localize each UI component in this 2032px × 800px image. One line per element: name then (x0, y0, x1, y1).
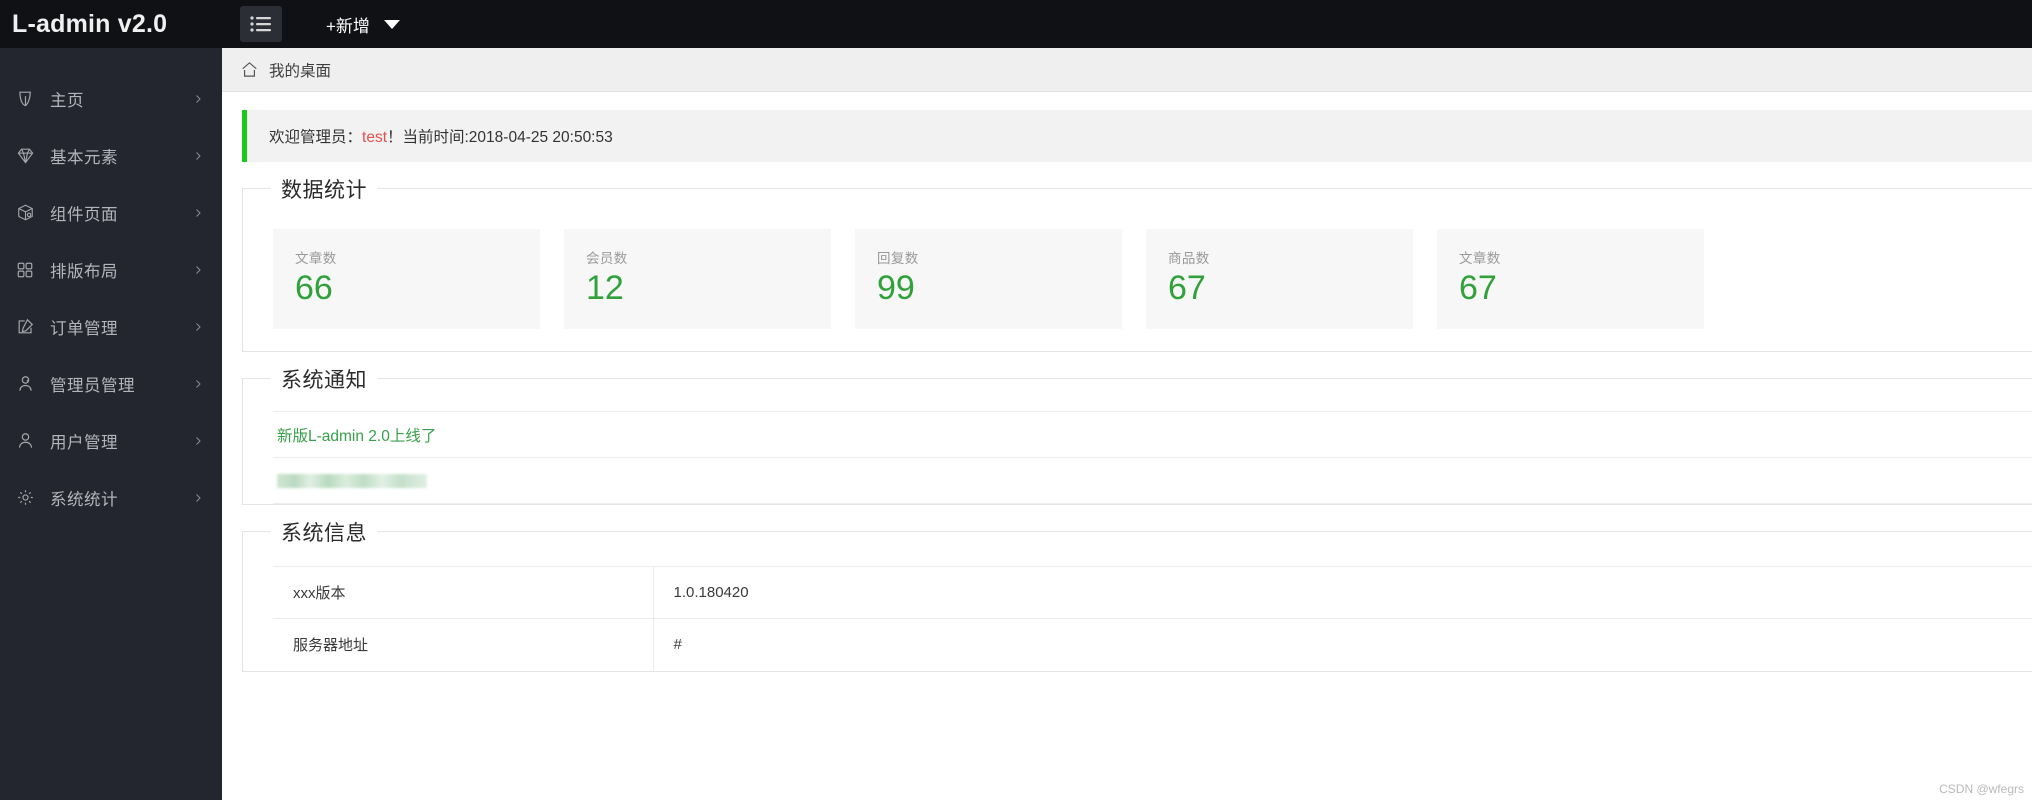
page-content: 欢迎管理员：test！当前时间:2018-04-25 20:50:53 数据统计… (222, 92, 2032, 800)
top-bar: +新增 (222, 0, 2032, 48)
system-info-table: xxx版本 1.0.180420 服务器地址 # (273, 566, 2032, 671)
stat-card[interactable]: 商品数 67 (1146, 229, 1413, 329)
welcome-text: 欢迎管理员：test！当前时间:2018-04-25 20:50:53 (269, 125, 613, 147)
breadcrumb: 我的桌面 (222, 48, 2032, 92)
chevron-right-icon (192, 93, 204, 105)
stat-card-value: 67 (1459, 269, 1497, 307)
stat-card-label: 文章数 (295, 251, 337, 266)
sidebar-item-label: 系统统计 (50, 490, 118, 509)
home-icon (240, 60, 259, 79)
user-gear-icon (16, 374, 42, 393)
welcome-banner: 欢迎管理员：test！当前时间:2018-04-25 20:50:53 (242, 110, 2032, 162)
stat-card[interactable]: 回复数 99 (855, 229, 1122, 329)
stat-card-label: 回复数 (877, 251, 919, 266)
admin-dashboard: L-admin v2.0 主页 基本元素 组件页面 排版布局 订单管理 管理员管… (0, 0, 2032, 800)
chevron-right-icon (192, 150, 204, 162)
stat-card-value: 67 (1168, 269, 1206, 307)
sidebar-item-component-pages[interactable]: 组件页面 (0, 184, 222, 241)
stats-panel: 数据统计 文章数 66 会员数 12 回复数 99 商品数 67 文章数 67 (242, 174, 2032, 352)
chevron-right-icon (192, 321, 204, 333)
brand-title: L-admin v2.0 (12, 9, 168, 38)
add-new-dropdown[interactable]: +新增 (320, 8, 406, 41)
sidebar-item-label: 管理员管理 (50, 376, 135, 395)
stat-card-value: 66 (295, 269, 333, 307)
notice-panel-title: 系统通知 (271, 364, 377, 394)
edit-box-icon (16, 317, 42, 336)
welcome-suffix: ！当前时间:2018-04-25 20:50:53 (387, 129, 613, 146)
sidebar-item-system-stats[interactable]: 系统统计 (0, 469, 222, 526)
system-info-panel-body: xxx版本 1.0.180420 服务器地址 # (243, 532, 2032, 671)
notice-list: 新版L-admin 2.0上线了 (273, 411, 2032, 504)
stat-card[interactable]: 文章数 67 (1437, 229, 1704, 329)
hamburger-list-icon[interactable] (240, 6, 282, 42)
stat-card-list: 文章数 66 会员数 12 回复数 99 商品数 67 文章数 67 (273, 229, 2032, 329)
stat-card[interactable]: 文章数 66 (273, 229, 540, 329)
chevron-right-icon (192, 264, 204, 276)
table-row: xxx版本 1.0.180420 (273, 566, 2032, 619)
breadcrumb-current: 我的桌面 (269, 62, 332, 80)
sidebar-item-label: 订单管理 (50, 319, 118, 338)
brand-logo[interactable]: L-admin v2.0 (0, 0, 222, 48)
table-row: 服务器地址 # (273, 618, 2032, 671)
notice-panel-body: 新版L-admin 2.0上线了 (243, 379, 2032, 504)
sidebar-item-label: 排版布局 (50, 262, 118, 281)
notice-row[interactable]: 新版L-admin 2.0上线了 (273, 412, 2032, 458)
sidebar-item-basic-elements[interactable]: 基本元素 (0, 127, 222, 184)
grid-icon (16, 261, 42, 279)
sidebar-item-user-management[interactable]: 用户管理 (0, 412, 222, 469)
chevron-right-icon (192, 492, 204, 504)
watermark: CSDN @wfegrs (1939, 782, 2024, 796)
stat-card-label: 文章数 (1459, 251, 1501, 266)
stats-panel-body: 文章数 66 会员数 12 回复数 99 商品数 67 文章数 67 (243, 189, 2032, 351)
system-info-value: 1.0.180420 (673, 584, 749, 601)
stat-card-value: 99 (877, 269, 915, 307)
sidebar-item-label: 主页 (50, 91, 84, 110)
leaf-icon (16, 89, 42, 108)
chevron-right-icon (192, 207, 204, 219)
sidebar-nav: 主页 基本元素 组件页面 排版布局 订单管理 管理员管理 用户管理 系统统计 (0, 48, 222, 526)
sidebar-item-order-management[interactable]: 订单管理 (0, 298, 222, 355)
add-new-label: +新增 (326, 16, 370, 36)
sidebar-item-home[interactable]: 主页 (0, 70, 222, 127)
diamond-icon (16, 146, 42, 165)
sidebar: L-admin v2.0 主页 基本元素 组件页面 排版布局 订单管理 管理员管… (0, 0, 222, 800)
welcome-username: test (362, 129, 387, 146)
sidebar-item-label: 组件页面 (50, 205, 118, 224)
notice-panel: 系统通知 新版L-admin 2.0上线了 (242, 364, 2032, 505)
welcome-prefix: 欢迎管理员： (269, 129, 363, 146)
gear-icon (16, 488, 42, 507)
stat-card[interactable]: 会员数 12 (564, 229, 831, 329)
cube-icon (16, 203, 42, 222)
system-info-panel: 系统信息 xxx版本 1.0.180420 服务器地址 # (242, 517, 2032, 672)
system-info-value: # (673, 636, 682, 654)
stat-card-label: 商品数 (1168, 251, 1210, 266)
sidebar-item-label: 基本元素 (50, 148, 118, 167)
stats-panel-title: 数据统计 (271, 174, 377, 204)
sidebar-item-label: 用户管理 (50, 433, 118, 452)
notice-redacted-text (277, 473, 427, 488)
user-icon (16, 431, 42, 450)
main-column: +新增 我的桌面 欢迎管理员：test！当前时间:2018-04-25 20:5… (222, 0, 2032, 800)
system-info-key: 服务器地址 (273, 618, 654, 671)
sidebar-item-admin-management[interactable]: 管理员管理 (0, 355, 222, 412)
notice-link[interactable]: 新版L-admin 2.0上线了 (277, 424, 436, 446)
stat-card-value: 12 (586, 269, 624, 307)
chevron-right-icon (192, 378, 204, 390)
chevron-right-icon (192, 435, 204, 447)
notice-row[interactable] (273, 458, 2032, 504)
system-info-panel-title: 系统信息 (271, 517, 377, 547)
caret-down-icon (383, 19, 400, 29)
sidebar-item-layout[interactable]: 排版布局 (0, 241, 222, 298)
system-info-key: xxx版本 (273, 566, 654, 619)
stat-card-label: 会员数 (586, 251, 628, 266)
